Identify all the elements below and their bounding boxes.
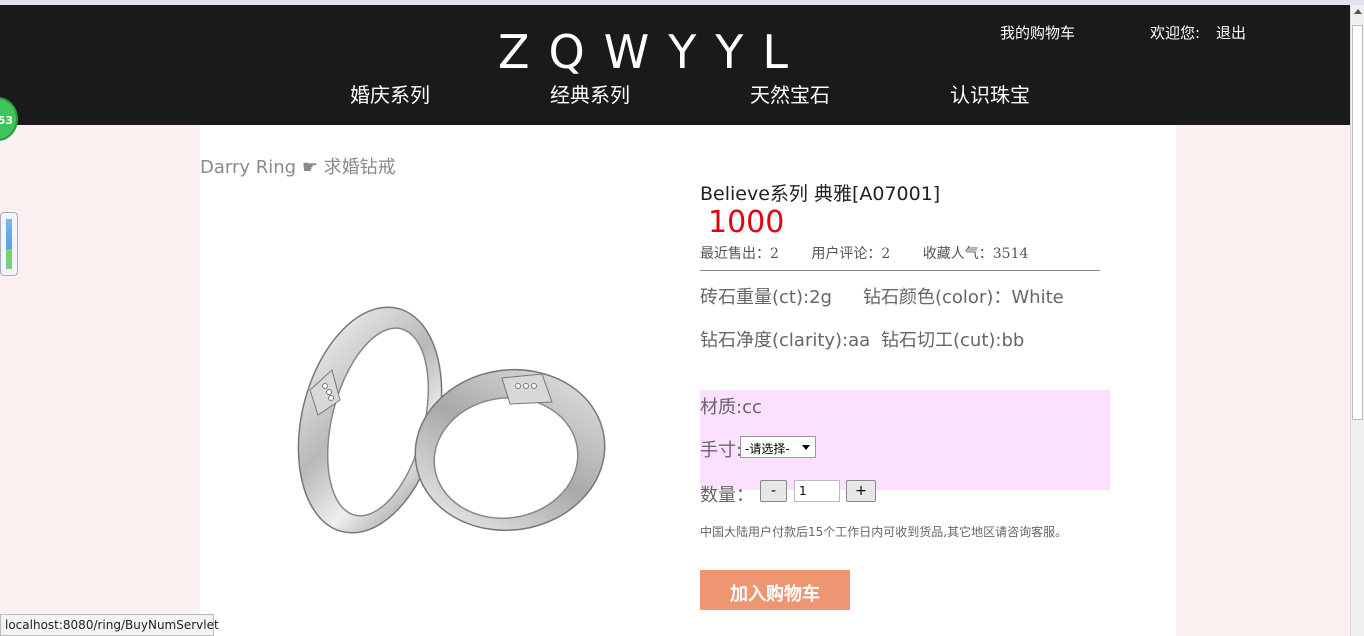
side-level-widget[interactable] [0, 212, 18, 276]
nav-item-wedding[interactable]: 婚庆系列 [350, 79, 430, 108]
quantity-increase-button[interactable]: + [846, 480, 876, 502]
nav-item-gemstone[interactable]: 天然宝石 [750, 79, 830, 108]
attr-cut: 钻石切工(cut):bb [881, 330, 1025, 351]
nav-item-jewelry-knowledge[interactable]: 认识珠宝 [950, 79, 1030, 108]
site-header: ZQWYYL 我的购物车 欢迎您: 退出 婚庆系列 经典系列 天然宝石 认识珠宝 [0, 5, 1350, 125]
site-logo[interactable]: ZQWYYL [498, 27, 807, 77]
divider [700, 270, 1100, 271]
scroll-thumb[interactable] [1352, 25, 1363, 420]
welcome-text: 欢迎您: [1150, 24, 1201, 42]
scroll-up-arrow-icon[interactable] [1354, 9, 1362, 14]
product-price: 1000 [708, 205, 785, 240]
chevron-down-icon [802, 445, 810, 450]
size-label: 手寸: [700, 440, 743, 461]
my-cart-link[interactable]: 我的购物车 [1000, 22, 1075, 43]
add-to-cart-button[interactable]: 加入购物车 [700, 570, 850, 610]
size-select-value: -请选择- [745, 442, 790, 456]
product-stats: 最近售出：2 用户评论：2 收藏人气：3514 [700, 243, 1056, 263]
sold-count: 最近售出：2 [700, 246, 779, 262]
review-count[interactable]: 用户评论：2 [811, 246, 890, 262]
nav-item-classic[interactable]: 经典系列 [550, 79, 630, 108]
product-content: Darry Ring ☛ 求婚钻戒 Believe系列 典雅[A07001] 1… [200, 125, 1176, 636]
delivery-notice: 中国大陆用户付款后15个工作日内可收到货品,其它地区请咨询客服。 [700, 525, 1068, 539]
favorite-count: 收藏人气：3514 [922, 246, 1029, 262]
size-select[interactable]: -请选择- [740, 436, 816, 458]
attr-material: 材质:cc [700, 397, 762, 418]
attr-clarity: 钻石净度(clarity):aa [700, 330, 871, 351]
product-image [297, 306, 606, 534]
product-title: Believe系列 典雅[A07001] [700, 183, 941, 205]
level-bar-icon [6, 219, 12, 269]
browser-status-bar: localhost:8080/ring/BuyNumServlet [0, 614, 219, 636]
attr-weight: 砖石重量(ct):2g [700, 287, 832, 308]
quantity-input[interactable]: 1 [794, 480, 840, 502]
breadcrumb[interactable]: Darry Ring ☛ 求婚钻戒 [200, 153, 396, 179]
quantity-decrease-button[interactable]: - [760, 480, 787, 502]
page-scrollbar[interactable] [1350, 5, 1364, 636]
quantity-label: 数量： [700, 485, 754, 506]
logout-link[interactable]: 退出 [1216, 22, 1246, 43]
attr-color: 钻石颜色(color)：White [863, 287, 1064, 308]
